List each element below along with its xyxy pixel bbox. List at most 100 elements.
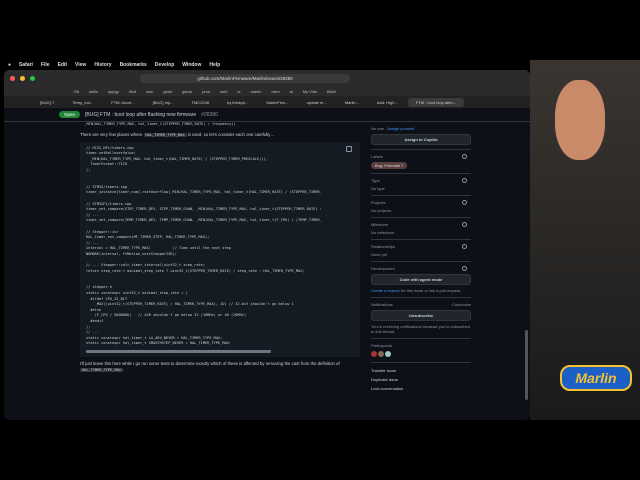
section-value: No projects <box>371 208 392 213</box>
milestone-section: Milestone No milestone <box>371 218 471 240</box>
tab[interactable]: update m... <box>299 98 335 107</box>
labels-section: Labels Bug: Potential ? <box>371 150 471 174</box>
gear-icon[interactable] <box>462 266 467 271</box>
gear-icon[interactable] <box>462 200 467 205</box>
menu-edit[interactable]: Edit <box>58 62 67 68</box>
tab-bar: [BUG] T Temp_bot... FTM: Accel... [BUG] … <box>4 96 530 108</box>
zoom-button[interactable] <box>30 76 35 81</box>
menu-bookmarks[interactable]: Bookmarks <box>120 62 147 68</box>
tab[interactable]: Marlin... <box>337 98 367 107</box>
inline-code: HAL_TIMER_TYPE_MAX <box>80 367 123 372</box>
mac-menubar: ● Safari File Edit View History Bookmark… <box>0 60 530 70</box>
minimize-button[interactable] <box>20 76 25 81</box>
assign-copilot-button[interactable]: Assign to Copilot <box>371 134 471 145</box>
webcam-person <box>555 80 605 160</box>
fav-item[interactable]: Git <box>74 89 79 94</box>
tab[interactable]: Temp_bot... <box>64 98 101 107</box>
fav-item[interactable]: appgp <box>108 89 119 94</box>
menu-file[interactable]: File <box>41 62 50 68</box>
participants-section: Participants <box>371 339 471 363</box>
fav-item[interactable]: web <box>220 89 227 94</box>
menu-window[interactable]: Window <box>182 62 201 68</box>
text: There are very few places where <box>80 131 143 137</box>
unsubscribe-button[interactable]: Unsubscribe <box>371 310 471 321</box>
tab[interactable]: MarlinFirm... <box>258 98 296 107</box>
tab[interactable]: TMC2208 <box>184 98 218 107</box>
tab[interactable]: [BUG] T <box>32 98 62 107</box>
code-block: // HC32_HPL/timers.cpp timer.setRollover… <box>80 141 360 357</box>
issue-sidebar: No one - Assign yourself Assign to Copil… <box>371 122 471 396</box>
relationships-section: Relationships None yet <box>371 240 471 262</box>
comment-body: _MIN(HAL_TIMER_TYPE_MAX, hal_timer_t(STE… <box>80 122 360 420</box>
tab[interactable]: Add: High... <box>369 98 406 107</box>
section-value: None yet <box>371 252 388 257</box>
fav-item[interactable]: ai <box>290 89 293 94</box>
fav-item[interactable]: Bibel <box>327 89 336 94</box>
gear-icon[interactable] <box>462 222 467 227</box>
tab[interactable]: FTM: Accel... <box>103 98 142 107</box>
fav-item[interactable]: mac <box>146 89 154 94</box>
fav-item[interactable]: tv <box>237 89 240 94</box>
code-text: // HC32_HPL/timers.cpp timer.setRollover… <box>86 145 322 346</box>
section-value: No type <box>371 186 385 191</box>
close-button[interactable] <box>10 76 15 81</box>
text: I'll just leave this here while I go run… <box>80 360 340 366</box>
marlin-logo: Marlin <box>560 365 632 391</box>
avatar[interactable] <box>378 351 385 357</box>
menu-help[interactable]: Help <box>209 62 220 68</box>
assign-yourself-link[interactable]: Assign yourself <box>387 126 414 131</box>
gear-icon[interactable] <box>462 244 467 249</box>
type-section: Type No type <box>371 174 471 196</box>
gear-icon[interactable] <box>462 178 467 183</box>
fav-item[interactable]: geek <box>163 89 172 94</box>
assignees-value: No one - <box>371 126 387 131</box>
fav-item[interactable]: marlin <box>251 89 262 94</box>
duplicate-issue-button[interactable]: Duplicate issue <box>371 375 471 384</box>
create-branch-link[interactable]: Create a branch <box>371 288 400 293</box>
menu-develop[interactable]: Develop <box>155 62 174 68</box>
assignees-section: No one - Assign yourself Assign to Copil… <box>371 122 471 150</box>
code-snippet: _MIN(HAL_TIMER_TYPE_MAX, hal_timer_t(STE… <box>80 122 236 126</box>
issue-header: Open [BUG] FTM : boot loop after flashin… <box>4 108 530 122</box>
page-scrollbar[interactable] <box>525 330 528 400</box>
fav-item[interactable]: prod <box>202 89 210 94</box>
customize-link[interactable]: Customize <box>452 302 471 307</box>
gear-icon[interactable] <box>462 154 467 159</box>
horizontal-scrollbar[interactable] <box>86 349 271 353</box>
paragraph: I'll just leave this here while I go run… <box>80 361 360 373</box>
section-heading: Projects <box>371 200 386 205</box>
section-heading: Milestone <box>371 222 389 227</box>
fav-item[interactable]: game <box>182 89 192 94</box>
address-bar[interactable]: github.com/MarlinFirmware/Marlin/issues/… <box>140 74 350 83</box>
label-badge[interactable]: Bug: Potential ? <box>371 162 408 169</box>
avatar[interactable] <box>385 351 392 357</box>
tab[interactable]: by thinkyh... <box>219 98 256 107</box>
development-section: Development Code with agent mode Create … <box>371 262 471 298</box>
fav-item[interactable]: retro <box>271 89 279 94</box>
avatar[interactable] <box>371 351 377 357</box>
browser-toolbar: github.com/MarlinFirmware/Marlin/issues/… <box>4 70 530 87</box>
text: . <box>122 366 125 372</box>
fav-item[interactable]: skills <box>89 89 98 94</box>
fav-item[interactable]: ifixit <box>129 89 136 94</box>
issue-number: #28280 <box>201 111 218 118</box>
favorites-bar: Git skills appgp ifixit mac geek game pr… <box>4 87 530 96</box>
text: is used, so let's consider each one care… <box>187 131 275 137</box>
apple-icon[interactable]: ● <box>8 62 11 68</box>
text: for this issue or link a pull request. <box>400 288 462 293</box>
section-heading: Type <box>371 178 380 183</box>
copy-icon[interactable] <box>346 145 352 152</box>
code-with-agent-button[interactable]: Code with agent mode <box>371 274 471 285</box>
projects-section: Projects No projects <box>371 196 471 218</box>
inline-code: HAL_TIMER_TYPE_MAX <box>143 132 187 137</box>
lock-conversation-button[interactable]: Lock conversation <box>371 384 471 393</box>
tab[interactable]: [BUG] Inp... <box>145 98 182 107</box>
tab-active[interactable]: FTM : boot loop after... <box>407 97 465 107</box>
menu-safari[interactable]: Safari <box>19 62 33 68</box>
fav-item[interactable]: My Vids <box>303 89 317 94</box>
menu-history[interactable]: History <box>94 62 111 68</box>
section-heading: Participants <box>371 343 392 348</box>
menu-view[interactable]: View <box>75 62 86 68</box>
browser-window: github.com/MarlinFirmware/Marlin/issues/… <box>4 70 530 420</box>
transfer-issue-button[interactable]: Transfer issue <box>371 366 471 375</box>
